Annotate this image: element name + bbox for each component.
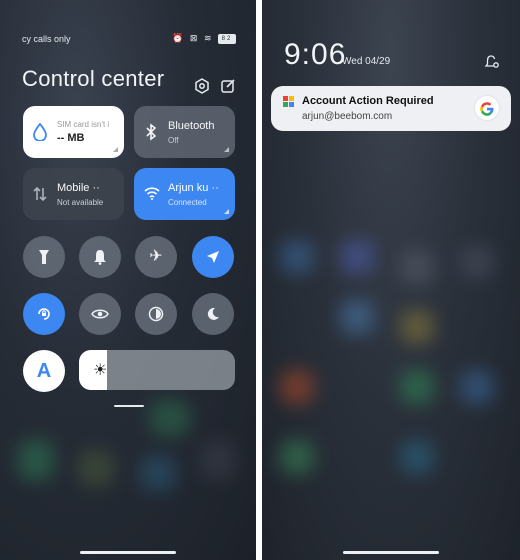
rotation-lock-icon xyxy=(36,305,52,322)
wifi-icon xyxy=(144,185,160,205)
rotation-lock-toggle[interactable] xyxy=(23,293,65,335)
moon-icon xyxy=(206,305,220,322)
tile-label: Arjun ku ·· xyxy=(168,182,219,194)
navigation-bar[interactable] xyxy=(343,551,439,554)
control-center-panel: cy calls only ⏰ ⊠ ≋ 82 Control center SI… xyxy=(0,0,256,560)
airplane-icon: ✈ xyxy=(149,248,163,265)
status-icons: ⏰ ⊠ ≋ 82 xyxy=(172,33,236,44)
blurred-app-icon xyxy=(150,400,190,436)
water-drop-icon xyxy=(33,122,47,145)
airplane-mode-toggle[interactable]: ✈ xyxy=(135,236,177,278)
blurred-app-icon xyxy=(280,370,314,404)
flashlight-toggle[interactable] xyxy=(23,236,65,278)
battery-icon: 82 xyxy=(218,33,236,44)
sim-off-icon: ⊠ xyxy=(189,33,200,43)
blurred-app-icon xyxy=(18,440,54,480)
tile-label: SIM card isn't i xyxy=(57,120,110,129)
wifi-status-icon: ≋ xyxy=(203,33,214,43)
lock-screen-panel: 9:06 Wed 04/29 Account Action Required a… xyxy=(262,0,520,560)
location-icon xyxy=(206,248,220,265)
tile-status: Connected xyxy=(168,198,207,207)
puzzle-app-icon xyxy=(283,95,295,107)
location-toggle[interactable] xyxy=(192,236,234,278)
contrast-icon xyxy=(148,305,164,322)
tile-label: Bluetooth xyxy=(168,120,215,132)
lock-clock: 9:06 xyxy=(284,38,347,71)
drag-handle[interactable] xyxy=(114,405,144,407)
expand-corner-icon xyxy=(113,147,118,152)
blurred-app-icon xyxy=(78,450,114,486)
mobile-data-icon xyxy=(33,185,47,207)
blurred-app-icon xyxy=(400,250,434,284)
tile-status: Not available xyxy=(57,198,104,207)
expand-corner-icon xyxy=(224,209,229,214)
bluetooth-icon xyxy=(144,123,158,145)
alarm-icon: ⏰ xyxy=(172,33,186,43)
flashlight-icon xyxy=(38,248,50,265)
page-title: Control center xyxy=(22,66,165,91)
tile-status: Off xyxy=(168,136,179,145)
expand-corner-icon xyxy=(224,147,229,152)
blurred-app-icon xyxy=(400,440,434,474)
status-carrier-text: cy calls only xyxy=(22,34,71,44)
mobile-network-tile[interactable]: Mobile ·· Not available xyxy=(23,168,124,220)
navigation-bar[interactable] xyxy=(80,551,176,554)
blurred-app-icon xyxy=(340,240,374,274)
dark-mode-toggle[interactable] xyxy=(135,293,177,335)
blurred-app-icon xyxy=(460,370,494,404)
blurred-app-icon xyxy=(460,245,494,279)
blurred-app-icon xyxy=(340,300,374,334)
notification-subtitle: arjun@beebom.com xyxy=(302,111,393,122)
google-logo-icon xyxy=(475,96,499,120)
do-not-disturb-toggle[interactable] xyxy=(192,293,234,335)
sun-icon: ☀ xyxy=(93,362,108,379)
tile-value: -- MB xyxy=(57,132,85,144)
wifi-tile[interactable]: Arjun ku ·· Connected xyxy=(134,168,235,220)
blurred-app-icon xyxy=(140,455,176,491)
reading-mode-toggle[interactable] xyxy=(79,293,121,335)
auto-brightness-toggle[interactable]: A xyxy=(23,350,65,392)
lock-date: Wed 04/29 xyxy=(342,56,391,67)
blurred-app-icon xyxy=(280,240,314,274)
blurred-app-icon xyxy=(280,440,314,474)
silent-toggle[interactable] xyxy=(79,236,121,278)
blurred-app-icon xyxy=(200,440,236,480)
edit-icon[interactable] xyxy=(220,78,236,94)
mobile-data-usage-tile[interactable]: SIM card isn't i -- MB xyxy=(23,106,124,158)
tile-label: Mobile ·· xyxy=(57,182,100,194)
notification-title: Account Action Required xyxy=(302,95,434,107)
blurred-app-icon xyxy=(400,310,434,344)
notification-settings-icon[interactable] xyxy=(484,54,500,70)
blurred-app-icon xyxy=(400,370,434,404)
bluetooth-tile[interactable]: Bluetooth Off xyxy=(134,106,235,158)
eye-icon xyxy=(91,305,109,322)
settings-icon[interactable] xyxy=(194,78,210,94)
brightness-slider[interactable]: ☀ xyxy=(79,350,235,390)
bell-icon xyxy=(93,248,107,265)
notification-card[interactable]: Account Action Required arjun@beebom.com xyxy=(271,86,511,131)
